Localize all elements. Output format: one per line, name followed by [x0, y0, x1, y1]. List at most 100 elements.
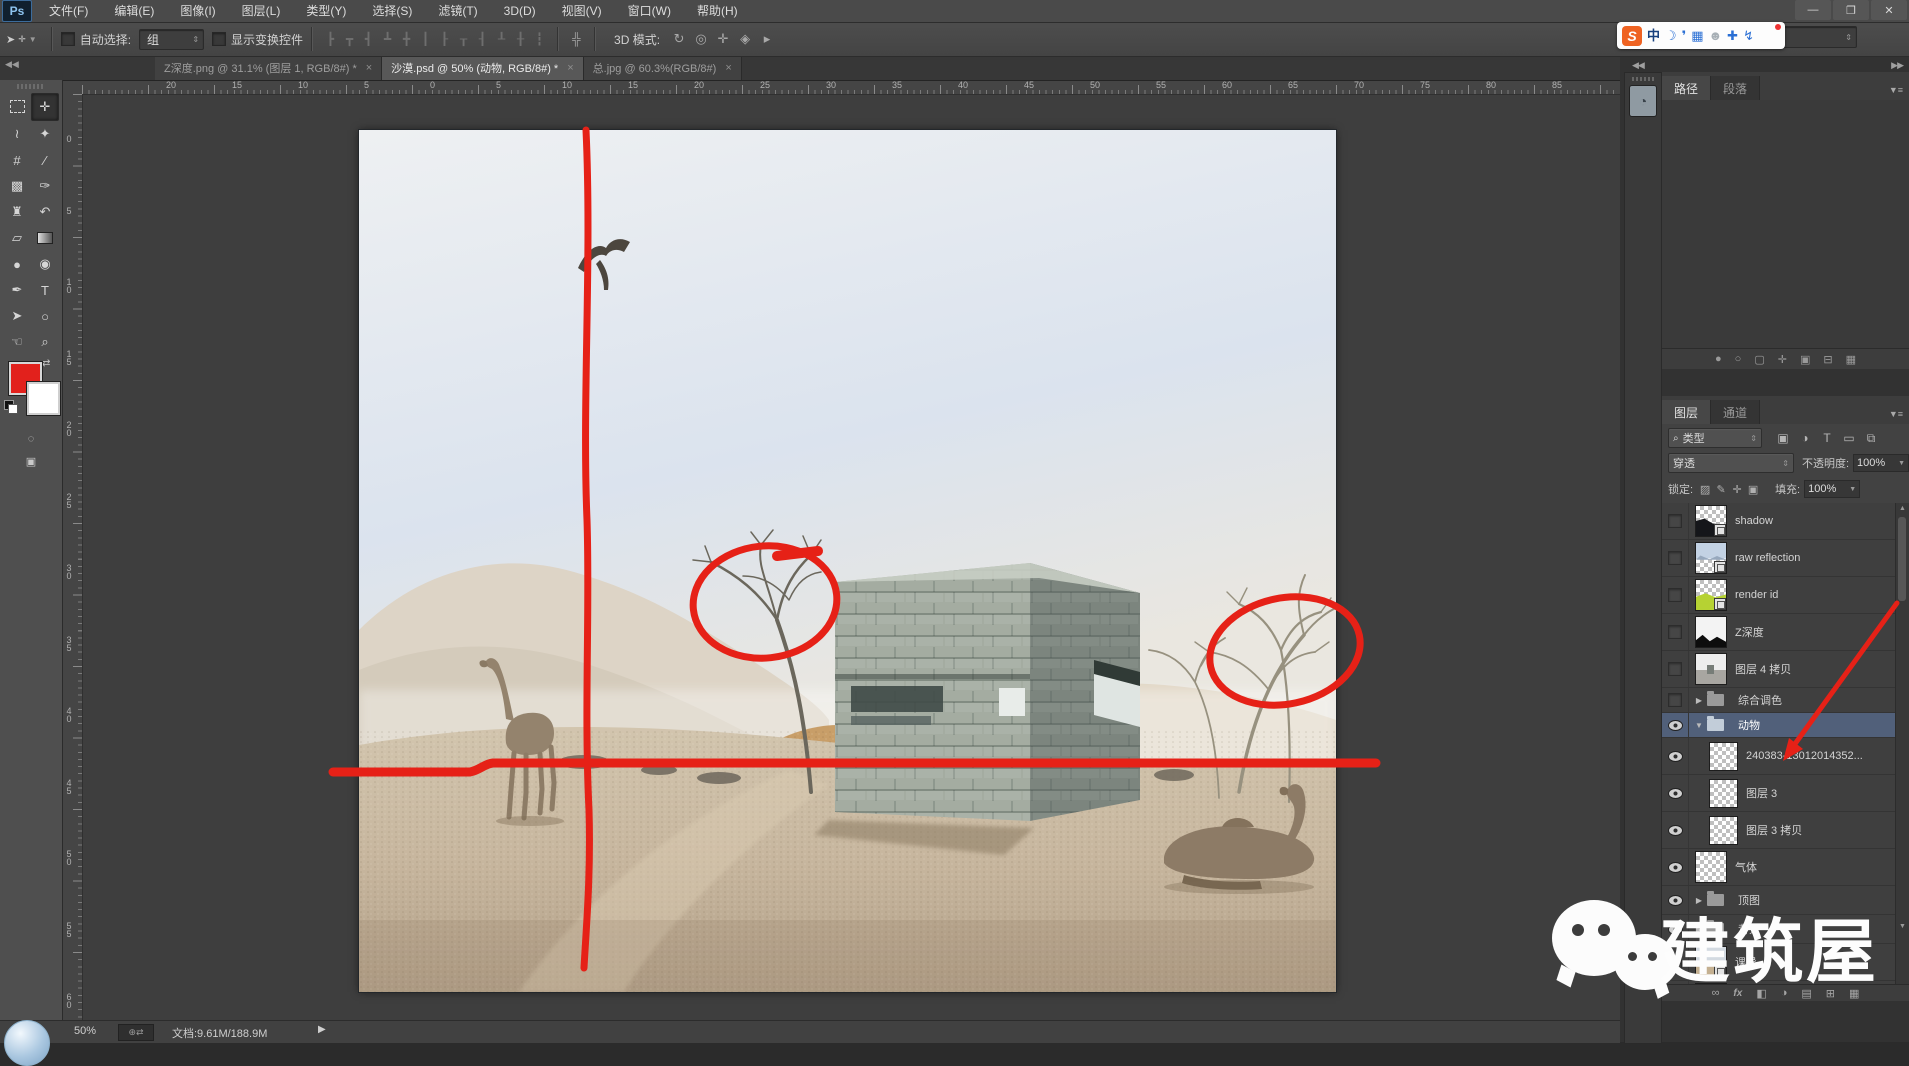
mask-from-path-icon[interactable]: ✛ [1778, 353, 1787, 366]
menu-item-edit[interactable]: 编辑(E) [101, 0, 167, 22]
brush-tool[interactable]: ✑ [31, 173, 59, 199]
move-tool[interactable]: ✛ [31, 93, 59, 121]
gradient-tool[interactable] [31, 225, 59, 251]
triangle-down-icon[interactable]: ▼ [1693, 721, 1705, 730]
canvas-document[interactable] [358, 129, 1337, 993]
fill-value[interactable]: 100% ▼ [1804, 480, 1861, 498]
tab-paragraph[interactable]: 段落 [1711, 76, 1761, 100]
eraser-tool[interactable]: ▱ [3, 225, 31, 251]
expand-panels-icon[interactable]: ▶▶ [1891, 60, 1904, 71]
layer-row[interactable]: ▼ 动物 [1662, 713, 1909, 738]
opacity-value[interactable]: 100% ▼ [1853, 454, 1909, 472]
type-tool[interactable]: T [31, 277, 59, 303]
keyboard-icon[interactable]: ▦ [1691, 29, 1703, 42]
stroke-path-icon[interactable]: ○ [1735, 353, 1742, 365]
sogou-ime-bar[interactable]: S 中 ☽ ❜ ▦ ☻ ✚ ↯ [1617, 22, 1785, 49]
menu-item-window[interactable]: 窗口(W) [615, 0, 684, 22]
collapse-panels-icon[interactable]: ◀◀ [1632, 60, 1645, 71]
menu-item-help[interactable]: 帮助(H) [684, 0, 751, 22]
tab-channels[interactable]: 通道 [1711, 400, 1761, 424]
layer-row[interactable]: ▶ 综合调色 [1662, 688, 1909, 713]
visibility-empty-box[interactable] [1662, 688, 1689, 712]
ellipse-shape-tool[interactable]: ○ [31, 303, 59, 329]
tab-close-icon[interactable]: × [366, 62, 372, 74]
visibility-empty-box[interactable] [1662, 944, 1689, 980]
adjustment-filter-icon[interactable]: ◑ [1794, 431, 1816, 446]
path-selection-tool[interactable]: ➤ [3, 303, 31, 329]
auto-select-dropdown[interactable]: 组 ⇕ [139, 28, 205, 50]
layer-row[interactable]: 图层 4 拷贝 [1662, 651, 1909, 688]
layer-thumbnail[interactable] [1709, 741, 1738, 771]
document-tab[interactable]: 沙漠.psd @ 50% (动物, RGB/8#) * × [382, 56, 584, 80]
pen-tool[interactable]: ✒ [3, 277, 31, 303]
tool-preset-picker[interactable]: ➤ ✛ ▼ [0, 33, 43, 46]
layer-mask-icon[interactable]: ◧ [1756, 987, 1766, 1000]
minimize-button[interactable]: — [1795, 0, 1831, 20]
align-icon-5[interactable]: ┃ [416, 30, 435, 48]
skin-icon[interactable]: ✚ [1727, 29, 1738, 42]
align-icon-9[interactable]: ┸ [492, 30, 511, 48]
3d-mode-icon-2[interactable]: ✛ [712, 30, 734, 48]
layer-thumbnail[interactable] [1695, 851, 1727, 883]
align-icon-4[interactable]: ╋ [397, 30, 416, 48]
align-icon-7[interactable]: ┰ [454, 30, 473, 48]
moon-icon[interactable]: ☽ [1665, 29, 1677, 42]
visibility-empty-box[interactable] [1662, 503, 1689, 539]
document-tab[interactable]: Z深度.png @ 31.1% (图层 1, RGB/8#) * × [155, 56, 383, 80]
layer-style-icon[interactable]: fx [1733, 988, 1742, 999]
visibility-eye-icon[interactable] [1662, 849, 1689, 885]
menu-item-3d[interactable]: 3D(D) [491, 0, 549, 22]
layer-row[interactable]: ▶ 背景 [1662, 915, 1909, 944]
punctuation-icon[interactable]: ❜ [1682, 29, 1687, 42]
new-layer-icon[interactable]: ⊞ [1826, 987, 1835, 1000]
lock-transparency-icon[interactable]: ▨ [1697, 483, 1713, 496]
spot-healing-tool[interactable]: ▩ [3, 173, 31, 199]
show-transform-checkbox[interactable] [212, 32, 227, 46]
chinese-mode-icon[interactable]: 中 [1647, 29, 1660, 42]
smudge-tool[interactable]: ◉ [31, 251, 59, 277]
layer-thumbnail[interactable] [1695, 579, 1727, 611]
adjustment-layer-icon[interactable]: ◑ [1781, 987, 1788, 999]
3d-mode-icon-4[interactable]: ▸ [756, 30, 778, 48]
smart-filter-icon[interactable]: ⧉ [1860, 431, 1882, 446]
layer-row[interactable]: 气体 [1662, 849, 1909, 886]
layer-thumbnail[interactable] [1709, 815, 1738, 845]
lock-pixels-icon[interactable]: ✎ [1713, 483, 1729, 496]
layer-row[interactable]: Z深度 [1662, 614, 1909, 651]
layer-thumbnail[interactable] [1709, 778, 1738, 808]
lasso-tool[interactable]: ≀ [3, 121, 31, 147]
tab-paths[interactable]: 路径 [1662, 76, 1712, 100]
shape-filter-icon[interactable]: ▭ [1838, 431, 1860, 446]
align-icon-3[interactable]: ┻ [378, 30, 397, 48]
layer-row[interactable]: raw reflection [1662, 540, 1909, 577]
tab-close-icon[interactable]: × [567, 62, 573, 74]
panel-menu-icon[interactable]: ▼≡ [1889, 85, 1903, 95]
menu-item-filter[interactable]: 滤镜(T) [425, 0, 490, 22]
visibility-eye-icon[interactable] [1662, 775, 1689, 811]
layer-row[interactable]: 图层 3 拷贝 [1662, 812, 1909, 849]
triangle-right-icon[interactable]: ▶ [1693, 925, 1705, 934]
lock-all-icon[interactable]: ▣ [1745, 483, 1761, 496]
new-group-icon[interactable]: ▤ [1801, 987, 1811, 1000]
menu-item-file[interactable]: 文件(F) [36, 0, 101, 22]
align-icon-0[interactable]: ┣ [321, 30, 340, 48]
tab-layers[interactable]: 图层 [1662, 400, 1712, 424]
delete-path-icon[interactable]: ▦ [1846, 353, 1856, 366]
wrench-icon[interactable]: ↯ [1743, 29, 1754, 42]
default-colors-icon[interactable] [4, 400, 18, 414]
crop-tool[interactable]: # [3, 147, 31, 173]
lock-position-icon[interactable]: ✛ [1729, 483, 1745, 496]
load-selection-icon[interactable]: ▢ [1754, 353, 1764, 366]
layer-row[interactable]: render id [1662, 577, 1909, 614]
3d-mode-icon-3[interactable]: ◈ [734, 30, 756, 48]
align-icon-8[interactable]: ┨ [473, 30, 492, 48]
zoom-tool[interactable]: ⌕ [31, 329, 59, 355]
layer-row[interactable]: ▶ 顶图 [1662, 886, 1909, 915]
align-icon-10[interactable]: ╂ [511, 30, 530, 48]
visibility-empty-box[interactable] [1662, 651, 1689, 687]
clone-stamp-tool[interactable]: ♜ [3, 199, 31, 225]
strip-grip[interactable] [1632, 77, 1654, 81]
align-icon-11[interactable]: ┇ [530, 30, 549, 48]
blur-tool[interactable]: ● [3, 251, 31, 277]
align-icon-1[interactable]: ┳ [340, 30, 359, 48]
